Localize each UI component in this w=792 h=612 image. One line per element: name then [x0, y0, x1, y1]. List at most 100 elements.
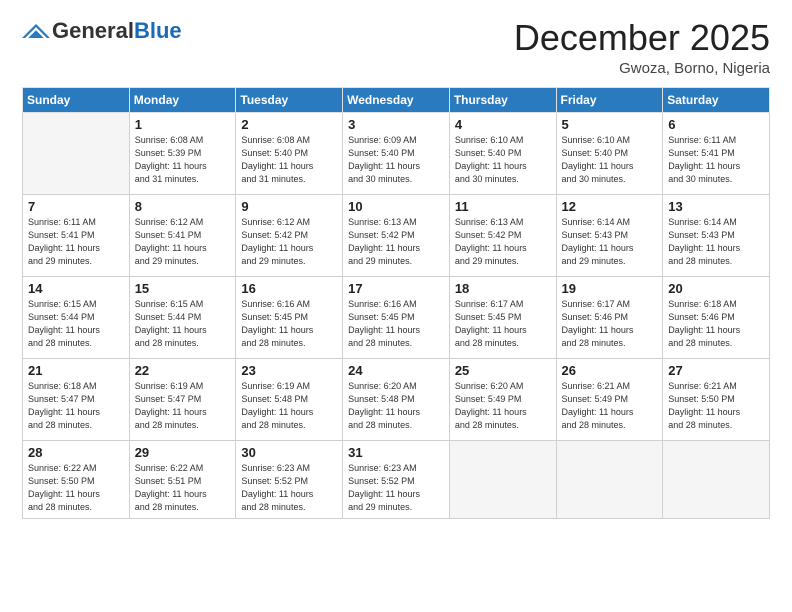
- table-row: 14Sunrise: 6:15 AM Sunset: 5:44 PM Dayli…: [23, 276, 130, 358]
- table-row: 10 Sunrise: 6:13 AM Sunset: 5:42 PM Dayli…: [343, 194, 450, 276]
- day-details: Sunrise: 6:19 AM Sunset: 5:48 PM Dayligh…: [241, 380, 337, 432]
- day-number: 18: [455, 281, 551, 296]
- day-details: Sunrise: 6:10 AM Sunset: 5:40 PM Dayligh…: [562, 134, 658, 186]
- day-details: Sunrise: 6:09 AM Sunset: 5:40 PM Dayligh…: [348, 134, 444, 186]
- logo-blue: Blue: [134, 18, 182, 43]
- day-details: Sunrise: 6:12 AM Sunset: 5:41 PM Dayligh…: [135, 216, 231, 268]
- day-details: Sunrise: 6:20 AM Sunset: 5:48 PM Dayligh…: [348, 380, 444, 432]
- location: Gwoza, Borno, Nigeria: [514, 60, 770, 77]
- day-details: Sunrise: 6:21 AM Sunset: 5:49 PM Dayligh…: [562, 380, 658, 432]
- day-number: 26: [562, 363, 658, 378]
- day-number: 31: [348, 445, 444, 460]
- table-row: 29 Sunrise: 6:22 AM Sunset: 5:51 PM Dayli…: [129, 440, 236, 518]
- table-row: [556, 440, 663, 518]
- day-number: 23: [241, 363, 337, 378]
- day-details: Sunrise: 6:16 AM Sunset: 5:45 PM Dayligh…: [241, 298, 337, 350]
- day-details: Sunrise: 6:10 AM Sunset: 5:40 PM Dayligh…: [455, 134, 551, 186]
- day-details: Sunrise: 6:22 AM Sunset: 5:51 PM Dayligh…: [135, 462, 231, 514]
- day-number: 24: [348, 363, 444, 378]
- day-number: 13: [668, 199, 764, 214]
- calendar-table: Sunday Monday Tuesday Wednesday Thursday…: [22, 87, 770, 519]
- day-details: Sunrise: 6:23 AM Sunset: 5:52 PM Dayligh…: [348, 462, 444, 514]
- day-number: 10: [348, 199, 444, 214]
- day-number: 28: [28, 445, 124, 460]
- table-row: 25Sunrise: 6:20 AM Sunset: 5:49 PM Dayli…: [449, 358, 556, 440]
- table-row: 1 Sunrise: 6:08 AM Sunset: 5:39 PM Daylig…: [129, 112, 236, 194]
- table-row: 15 Sunrise: 6:15 AM Sunset: 5:44 PM Dayli…: [129, 276, 236, 358]
- day-number: 9: [241, 199, 337, 214]
- day-details: Sunrise: 6:14 AM Sunset: 5:43 PM Dayligh…: [562, 216, 658, 268]
- day-details: Sunrise: 6:19 AM Sunset: 5:47 PM Dayligh…: [135, 380, 231, 432]
- day-details: Sunrise: 6:17 AM Sunset: 5:46 PM Dayligh…: [562, 298, 658, 350]
- calendar-week-row: 21 Sunrise: 6:18 AM Sunset: 5:47 PM Dayli…: [23, 358, 770, 440]
- table-row: 17Sunrise: 6:16 AM Sunset: 5:45 PM Dayli…: [343, 276, 450, 358]
- table-row: 16 Sunrise: 6:16 AM Sunset: 5:45 PM Dayli…: [236, 276, 343, 358]
- day-details: Sunrise: 6:08 AM Sunset: 5:39 PM Dayligh…: [135, 134, 231, 186]
- day-details: Sunrise: 6:15 AM Sunset: 5:44 PM Dayligh…: [135, 298, 231, 350]
- table-row: 28 Sunrise: 6:22 AM Sunset: 5:50 PM Dayli…: [23, 440, 130, 518]
- col-monday: Monday: [129, 87, 236, 112]
- day-details: Sunrise: 6:12 AM Sunset: 5:42 PM Dayligh…: [241, 216, 337, 268]
- logo-icon: [22, 24, 50, 38]
- table-row: 4 Sunrise: 6:10 AM Sunset: 5:40 PM Daylig…: [449, 112, 556, 194]
- day-details: Sunrise: 6:18 AM Sunset: 5:46 PM Dayligh…: [668, 298, 764, 350]
- table-row: 27Sunrise: 6:21 AM Sunset: 5:50 PM Dayli…: [663, 358, 770, 440]
- col-sunday: Sunday: [23, 87, 130, 112]
- table-row: 11 Sunrise: 6:13 AM Sunset: 5:42 PM Dayli…: [449, 194, 556, 276]
- col-wednesday: Wednesday: [343, 87, 450, 112]
- table-row: 23 Sunrise: 6:19 AM Sunset: 5:48 PM Dayli…: [236, 358, 343, 440]
- day-details: Sunrise: 6:22 AM Sunset: 5:50 PM Dayligh…: [28, 462, 124, 514]
- table-row: 31 Sunrise: 6:23 AM Sunset: 5:52 PM Dayli…: [343, 440, 450, 518]
- day-number: 29: [135, 445, 231, 460]
- table-row: 9 Sunrise: 6:12 AM Sunset: 5:42 PM Daylig…: [236, 194, 343, 276]
- calendar-week-row: 7Sunrise: 6:11 AM Sunset: 5:41 PM Daylig…: [23, 194, 770, 276]
- day-number: 21: [28, 363, 124, 378]
- calendar-week-row: 1 Sunrise: 6:08 AM Sunset: 5:39 PM Daylig…: [23, 112, 770, 194]
- day-details: Sunrise: 6:13 AM Sunset: 5:42 PM Dayligh…: [455, 216, 551, 268]
- day-number: 15: [135, 281, 231, 296]
- day-number: 22: [135, 363, 231, 378]
- table-row: 8 Sunrise: 6:12 AM Sunset: 5:41 PM Daylig…: [129, 194, 236, 276]
- day-number: 5: [562, 117, 658, 132]
- table-row: 21 Sunrise: 6:18 AM Sunset: 5:47 PM Dayli…: [23, 358, 130, 440]
- day-number: 12: [562, 199, 658, 214]
- table-row: 7Sunrise: 6:11 AM Sunset: 5:41 PM Daylig…: [23, 194, 130, 276]
- day-number: 16: [241, 281, 337, 296]
- col-friday: Friday: [556, 87, 663, 112]
- table-row: 2Sunrise: 6:08 AM Sunset: 5:40 PM Daylig…: [236, 112, 343, 194]
- day-number: 4: [455, 117, 551, 132]
- logo: GeneralBlue: [22, 18, 182, 44]
- table-row: 3 Sunrise: 6:09 AM Sunset: 5:40 PM Daylig…: [343, 112, 450, 194]
- day-number: 19: [562, 281, 658, 296]
- calendar-week-row: 14Sunrise: 6:15 AM Sunset: 5:44 PM Dayli…: [23, 276, 770, 358]
- day-number: 6: [668, 117, 764, 132]
- col-tuesday: Tuesday: [236, 87, 343, 112]
- header: GeneralBlue December 2025 Gwoza, Borno, …: [22, 18, 770, 77]
- calendar-week-row: 28 Sunrise: 6:22 AM Sunset: 5:50 PM Dayli…: [23, 440, 770, 518]
- day-number: 3: [348, 117, 444, 132]
- table-row: 6Sunrise: 6:11 AM Sunset: 5:41 PM Daylig…: [663, 112, 770, 194]
- day-number: 20: [668, 281, 764, 296]
- day-number: 7: [28, 199, 124, 214]
- table-row: 19 Sunrise: 6:17 AM Sunset: 5:46 PM Dayli…: [556, 276, 663, 358]
- table-row: 26 Sunrise: 6:21 AM Sunset: 5:49 PM Dayli…: [556, 358, 663, 440]
- table-row: 12 Sunrise: 6:14 AM Sunset: 5:43 PM Dayli…: [556, 194, 663, 276]
- day-details: Sunrise: 6:16 AM Sunset: 5:45 PM Dayligh…: [348, 298, 444, 350]
- day-details: Sunrise: 6:08 AM Sunset: 5:40 PM Dayligh…: [241, 134, 337, 186]
- col-thursday: Thursday: [449, 87, 556, 112]
- page: GeneralBlue December 2025 Gwoza, Borno, …: [0, 0, 792, 612]
- day-number: 1: [135, 117, 231, 132]
- day-details: Sunrise: 6:13 AM Sunset: 5:42 PM Dayligh…: [348, 216, 444, 268]
- logo-general: General: [52, 18, 134, 43]
- table-row: [449, 440, 556, 518]
- table-row: [23, 112, 130, 194]
- day-details: Sunrise: 6:21 AM Sunset: 5:50 PM Dayligh…: [668, 380, 764, 432]
- table-row: 18Sunrise: 6:17 AM Sunset: 5:45 PM Dayli…: [449, 276, 556, 358]
- logo-text: GeneralBlue: [52, 18, 182, 44]
- day-details: Sunrise: 6:18 AM Sunset: 5:47 PM Dayligh…: [28, 380, 124, 432]
- table-row: 30Sunrise: 6:23 AM Sunset: 5:52 PM Dayli…: [236, 440, 343, 518]
- day-number: 11: [455, 199, 551, 214]
- table-row: [663, 440, 770, 518]
- day-number: 8: [135, 199, 231, 214]
- day-number: 30: [241, 445, 337, 460]
